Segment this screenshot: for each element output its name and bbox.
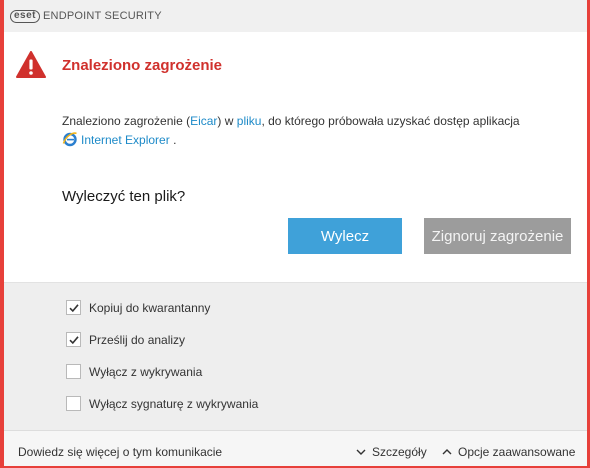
details-toggle[interactable]: Szczegóły [356,445,427,459]
message-text: Znaleziono zagrożenie ( [62,114,191,128]
clean-button[interactable]: Wylecz [288,218,402,254]
option-submit-analysis[interactable]: Prześlij do analizy [66,332,185,347]
submit-analysis-checkbox[interactable] [66,332,81,347]
eset-logo: eset ENDPOINT SECURITY [10,9,162,23]
title-bar[interactable]: eset ENDPOINT SECURITY [4,0,587,32]
quarantine-label: Kopiuj do kwarantanny [89,300,211,315]
clean-question: Wyleczyć ten plik? [62,188,186,205]
advanced-options-label: Opcje zaawansowane [458,445,576,459]
options-panel: Kopiuj do kwarantanny Prześlij do analiz… [4,282,587,430]
product-name: ENDPOINT SECURITY [43,10,162,22]
message-text: ) w [217,114,237,128]
ignore-threat-button[interactable]: Zignoruj zagrożenie [424,218,571,254]
message-text: , do którego próbowała uzyskać dostęp ap… [261,114,520,128]
option-exclude-detection[interactable]: Wyłącz z wykrywania [66,364,202,379]
threat-name-link[interactable]: Eicar [190,114,217,128]
alert-header: Znaleziono zagrożenie [4,32,587,100]
checkmark-icon [69,304,79,313]
details-label: Szczegóły [372,445,427,459]
quarantine-checkbox[interactable] [66,300,81,315]
chevron-down-icon [356,449,366,455]
option-exclude-signature[interactable]: Wyłącz sygnaturę z wykrywania [66,396,258,411]
learn-more-link[interactable]: Dowiedz się więcej o tym komunikacie [18,445,222,459]
advanced-options-toggle[interactable]: Opcje zaawansowane [442,445,575,459]
message-end: . [173,133,177,147]
exclude-detection-checkbox[interactable] [66,364,81,379]
submit-analysis-label: Prześlij do analizy [89,332,186,347]
app-name-link[interactable]: Internet Explorer [81,133,170,147]
alert-window: eset ENDPOINT SECURITY Znaleziono zagroż… [4,0,587,466]
option-quarantine[interactable]: Kopiuj do kwarantanny [66,300,210,315]
alert-message: Znaleziono zagrożenie (Eicar) w pliku, d… [62,112,572,150]
chevron-up-icon [442,449,452,455]
footer: Dowiedz się więcej o tym komunikacie Szc… [4,430,587,466]
file-link[interactable]: pliku [237,114,262,128]
exclude-detection-label: Wyłącz z wykrywania [89,364,203,379]
exclude-signature-checkbox[interactable] [66,396,81,411]
alert-title: Znaleziono zagrożenie [62,57,223,74]
exclude-signature-label: Wyłącz sygnaturę z wykrywania [89,396,259,411]
internet-explorer-icon [62,132,77,147]
eset-logo-badge: eset [10,9,41,23]
warning-triangle-icon [16,51,46,78]
checkmark-icon [69,336,79,345]
